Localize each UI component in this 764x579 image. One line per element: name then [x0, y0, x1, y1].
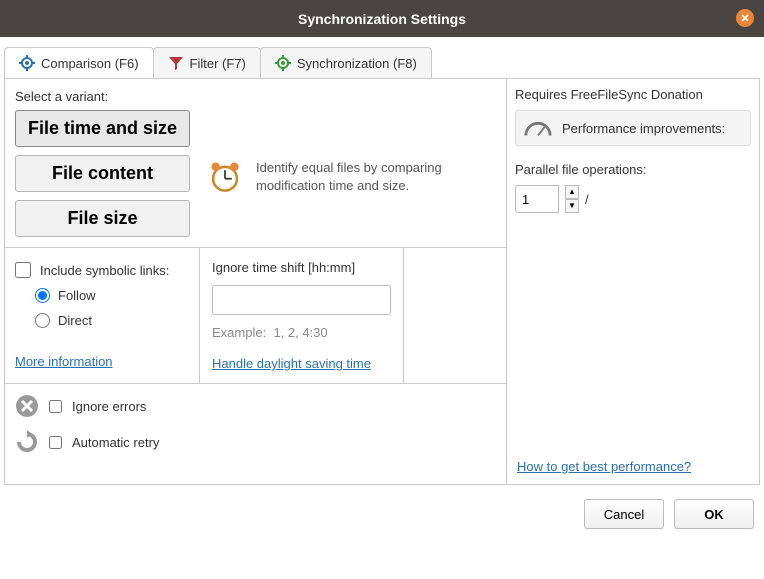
- symlink-follow-label: Follow: [58, 288, 96, 303]
- close-button[interactable]: [736, 9, 754, 27]
- spinner-up-button[interactable]: ▲: [565, 185, 579, 199]
- example-label: Example:: [212, 325, 266, 340]
- performance-label: Performance improvements:: [562, 121, 725, 136]
- donation-label: Requires FreeFileSync Donation: [515, 87, 751, 102]
- variant-size-button[interactable]: File size: [15, 200, 190, 237]
- symlink-follow-radio[interactable]: [35, 288, 50, 303]
- left-panel: Select a variant: File time and size Fil…: [5, 79, 506, 484]
- clock-icon: [208, 160, 242, 194]
- error-x-icon: [15, 394, 39, 418]
- gear-icon: [19, 55, 35, 71]
- parallel-slash: /: [585, 192, 589, 207]
- tab-label: Synchronization (F8): [297, 56, 417, 71]
- tab-label: Filter (F7): [190, 56, 246, 71]
- ignore-errors-label: Ignore errors: [72, 399, 146, 414]
- timeshift-label: Ignore time shift [hh:mm]: [212, 260, 391, 275]
- timeshift-input[interactable]: [212, 285, 391, 315]
- tab-bar: Comparison (F6) Filter (F7) Synchronizat…: [4, 47, 760, 79]
- auto-retry-checkbox[interactable]: [49, 436, 62, 449]
- symlink-direct-radio[interactable]: [35, 313, 50, 328]
- variant-content-button[interactable]: File content: [15, 155, 190, 192]
- variant-label: Select a variant:: [15, 89, 190, 104]
- best-performance-link[interactable]: How to get best performance?: [517, 459, 691, 474]
- ignore-errors-checkbox[interactable]: [49, 400, 62, 413]
- example-value: 1, 2, 4:30: [273, 325, 327, 340]
- include-symlinks-checkbox[interactable]: [15, 262, 31, 278]
- sync-gear-icon: [275, 55, 291, 71]
- variant-time-size-button[interactable]: File time and size: [15, 110, 190, 147]
- variant-description: Identify equal files by comparing modifi…: [256, 159, 466, 195]
- retry-icon: [15, 430, 39, 454]
- title-bar: Synchronization Settings: [0, 0, 764, 37]
- auto-retry-label: Automatic retry: [72, 435, 159, 450]
- empty-cell: [404, 248, 506, 383]
- include-symlinks-label: Include symbolic links:: [40, 263, 169, 278]
- parallel-ops-label: Parallel file operations:: [515, 162, 751, 177]
- tab-comparison[interactable]: Comparison (F6): [4, 47, 154, 78]
- close-icon: [740, 13, 750, 23]
- ok-button[interactable]: OK: [674, 499, 754, 529]
- more-information-link[interactable]: More information: [15, 354, 113, 369]
- parallel-ops-input[interactable]: [515, 185, 559, 213]
- dst-link[interactable]: Handle daylight saving time: [212, 356, 371, 371]
- symlink-direct-label: Direct: [58, 313, 92, 328]
- gauge-icon: [524, 118, 552, 138]
- window-title: Synchronization Settings: [298, 11, 466, 27]
- performance-row: Performance improvements:: [515, 110, 751, 146]
- tab-filter[interactable]: Filter (F7): [153, 47, 261, 78]
- spinner-down-button[interactable]: ▼: [565, 199, 579, 213]
- tab-label: Comparison (F6): [41, 56, 139, 71]
- right-panel: Requires FreeFileSync Donation Performan…: [506, 79, 759, 484]
- tab-synchronization[interactable]: Synchronization (F8): [260, 47, 432, 78]
- cancel-button[interactable]: Cancel: [584, 499, 664, 529]
- funnel-icon: [168, 55, 184, 71]
- footer: Cancel OK: [0, 485, 764, 541]
